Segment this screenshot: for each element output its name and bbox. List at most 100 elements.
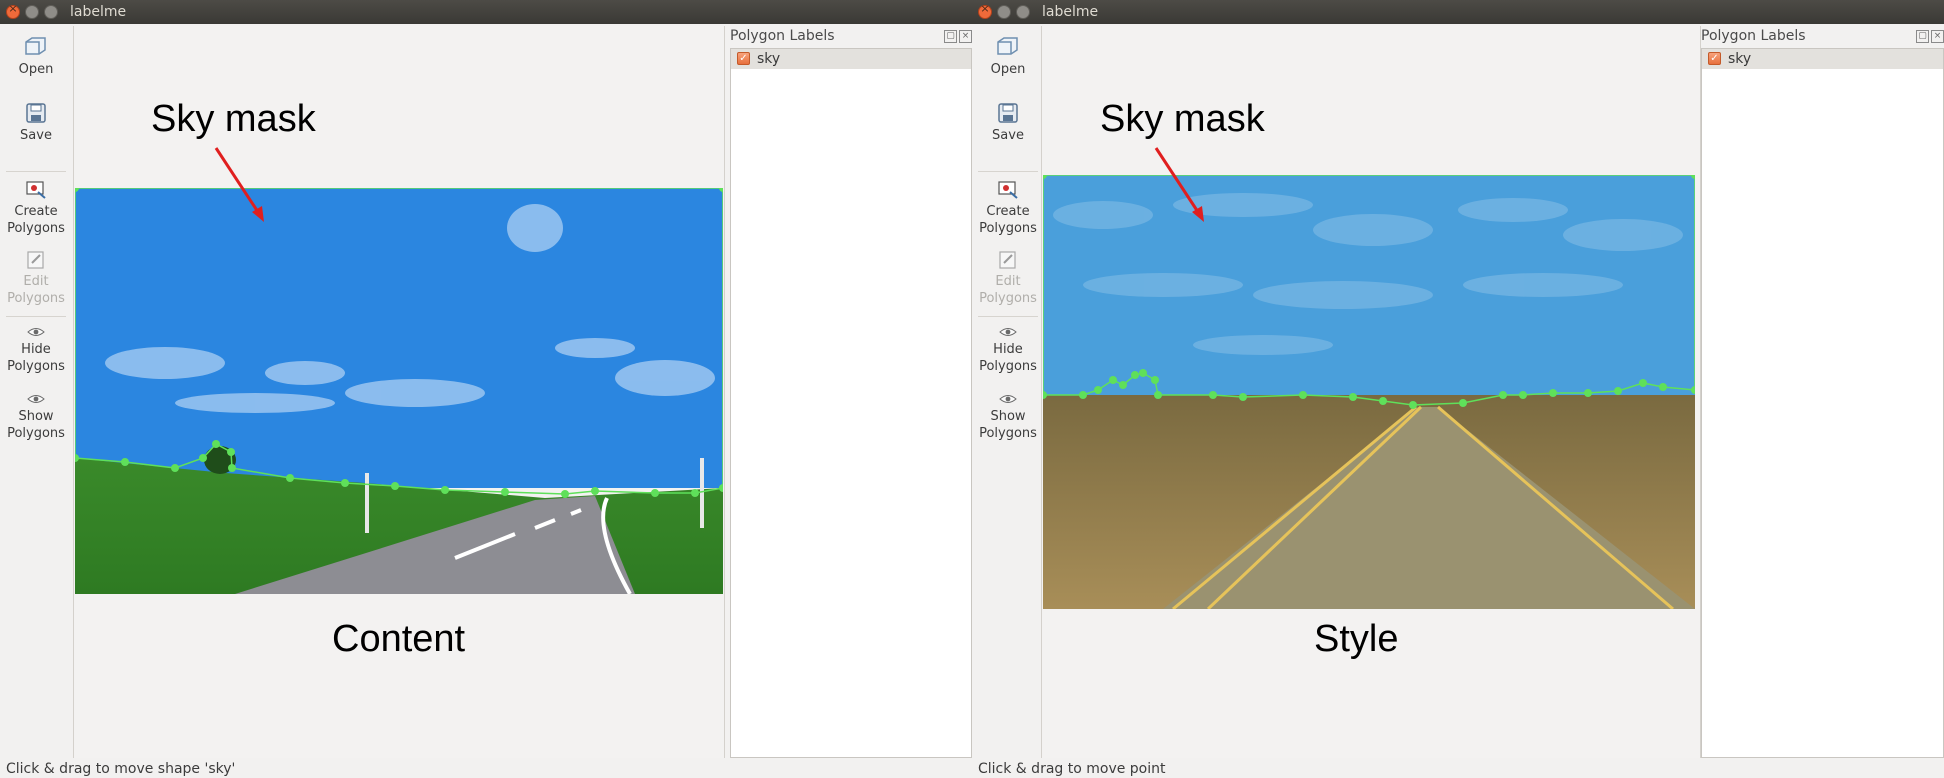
show-label-line2: Polygons	[979, 426, 1037, 441]
toolbar-separator	[6, 171, 66, 172]
polygon-vertex	[212, 440, 220, 448]
edit-polygons-icon	[27, 251, 44, 269]
polygon-vertex	[651, 489, 659, 497]
style-image[interactable]	[1043, 175, 1695, 609]
create-polygons-icon	[26, 181, 46, 199]
polygon-vertex	[1109, 376, 1117, 384]
open-button[interactable]: Open	[972, 34, 1044, 78]
polygon-vertex	[1639, 379, 1647, 387]
polygon-vertex	[1549, 389, 1557, 397]
hide-label-line1: Hide	[993, 342, 1023, 357]
polygon-vertex	[1614, 387, 1622, 395]
edit-polygons-button[interactable]: Edit Polygons	[972, 250, 1044, 307]
hide-polygons-button[interactable]: Hide Polygons	[972, 326, 1044, 375]
polygon-vertex	[1119, 381, 1127, 389]
hide-label-line1: Hide	[21, 342, 51, 357]
polygon-vertex	[228, 464, 236, 472]
edit-polygons-button[interactable]: Edit Polygons	[0, 250, 72, 307]
polygon-vertex	[1379, 397, 1387, 405]
polygon-vertex	[1239, 393, 1247, 401]
polygon-vertex	[1131, 371, 1139, 379]
hide-polygons-button[interactable]: Hide Polygons	[0, 326, 72, 375]
maximize-button[interactable]	[1016, 5, 1030, 19]
polygon-vertex	[391, 482, 399, 490]
show-polygons-button[interactable]: Show Polygons	[972, 393, 1044, 442]
save-button[interactable]: Save	[972, 102, 1044, 144]
polygon-vertex	[1499, 391, 1507, 399]
close-dock-button[interactable]: ×	[959, 30, 972, 43]
content-image[interactable]	[75, 188, 723, 594]
maximize-button[interactable]	[44, 5, 58, 19]
label-checkbox[interactable]: ✓	[737, 52, 750, 65]
minimize-button[interactable]	[997, 5, 1011, 19]
create-polygons-button[interactable]: Create Polygons	[0, 180, 72, 237]
edit-label-line2: Polygons	[979, 291, 1037, 306]
image-caption: Style	[1314, 618, 1399, 660]
image-canvas[interactable]: Sky mask Content	[73, 26, 725, 758]
float-dock-button[interactable]: ▢	[944, 30, 957, 43]
dock-controls: ▢ ×	[1914, 30, 1944, 43]
edit-label-line1: Edit	[995, 274, 1021, 289]
close-dock-button[interactable]: ×	[1931, 30, 1944, 43]
polygon-vertex	[199, 454, 207, 462]
show-label-line2: Polygons	[7, 426, 65, 441]
close-button[interactable]: ×	[978, 2, 992, 19]
label-item-sky[interactable]: ✓ sky	[731, 49, 971, 69]
polygon-vertex	[1154, 391, 1162, 399]
label-list[interactable]: ✓ sky	[1701, 48, 1944, 758]
annotation-arrow	[214, 147, 264, 222]
eye-icon	[27, 395, 45, 403]
dock-controls: ▢ ×	[942, 30, 972, 43]
polygon-vertex	[1299, 391, 1307, 399]
eye-icon	[27, 328, 45, 336]
annotation-arrow	[1154, 147, 1204, 222]
polygon-vertex	[121, 458, 129, 466]
open-icon	[997, 37, 1018, 55]
polygon-vertex	[1094, 386, 1102, 394]
create-label-line2: Polygons	[979, 221, 1037, 236]
polygon-vertex	[341, 479, 349, 487]
minimize-button[interactable]	[25, 5, 39, 19]
label-list[interactable]: ✓ sky	[730, 48, 972, 758]
polygon-vertex	[1659, 383, 1667, 391]
eye-icon	[999, 395, 1017, 403]
polygon-vertex	[1584, 389, 1592, 397]
sky-mask-annotation: Sky mask	[151, 98, 316, 140]
polygon-vertex	[691, 489, 699, 497]
roadside-post	[365, 473, 369, 533]
toolbar: Open Save Create Polygons Edit Polygons …	[972, 26, 1044, 760]
show-polygons-button[interactable]: Show Polygons	[0, 393, 72, 442]
edit-label-line1: Edit	[23, 274, 49, 289]
close-button[interactable]: ×	[6, 2, 20, 19]
toolbar: Open Save Create Polygons Edit Polygons …	[0, 26, 72, 760]
title-bar: × labelme	[0, 0, 972, 24]
create-polygons-icon	[998, 181, 1018, 199]
window-title: labelme	[1042, 4, 1099, 20]
roadside-post	[700, 458, 704, 528]
open-icon	[25, 37, 46, 55]
create-polygons-button[interactable]: Create Polygons	[972, 180, 1044, 237]
toolbar-separator	[978, 316, 1038, 317]
edit-label-line2: Polygons	[7, 291, 65, 306]
polygon-vertex	[286, 474, 294, 482]
open-label: Open	[18, 62, 54, 77]
open-label: Open	[990, 62, 1026, 77]
open-button[interactable]: Open	[0, 34, 72, 78]
show-label-line1: Show	[990, 409, 1026, 424]
polygon-vertex	[1079, 391, 1087, 399]
float-dock-button[interactable]: ▢	[1916, 30, 1929, 43]
save-button[interactable]: Save	[0, 102, 72, 144]
sky-mask-content[interactable]	[75, 188, 723, 488]
dock-title: Polygon Labels	[730, 28, 835, 44]
polygon-vertex	[227, 448, 235, 456]
status-bar: Click & drag to move point	[978, 761, 1166, 777]
hide-label-line2: Polygons	[979, 359, 1037, 374]
dock-title: Polygon Labels	[1701, 28, 1806, 44]
label-checkbox[interactable]: ✓	[1708, 52, 1721, 65]
create-label-line1: Create	[14, 204, 58, 219]
image-canvas[interactable]: Sky mask Style	[1041, 26, 1701, 758]
label-item-sky[interactable]: ✓ sky	[1702, 49, 1943, 69]
polygon-vertex	[171, 464, 179, 472]
sky-mask-annotation: Sky mask	[1100, 98, 1265, 140]
polygon-vertex	[591, 487, 599, 495]
